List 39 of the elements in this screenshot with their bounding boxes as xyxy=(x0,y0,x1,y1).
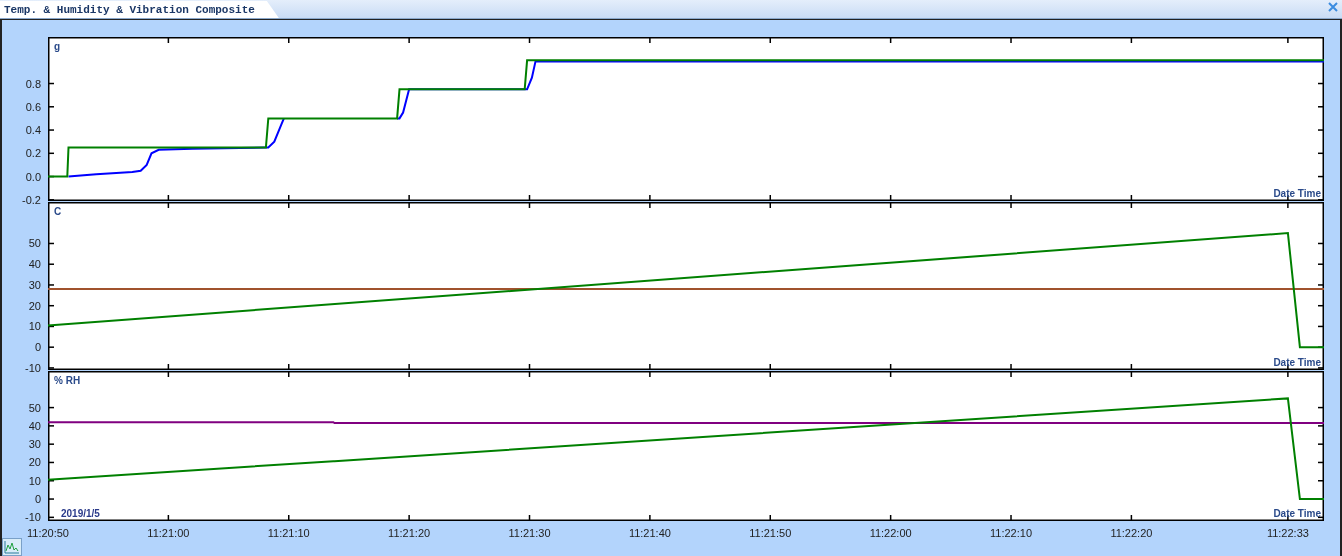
axis-tick-label: 0.8 xyxy=(25,77,41,90)
axis-tick-label: -10 xyxy=(25,361,41,374)
date-label: 2019/1/5 xyxy=(61,508,100,519)
axis-title: Date Time xyxy=(1273,508,1321,519)
axis-tick-label: 0 xyxy=(34,493,41,506)
axis-tick-label: 11:20:50 xyxy=(27,527,69,539)
axis-tick-label: 11:22:10 xyxy=(990,527,1033,539)
axis-tick-label: 11:21:20 xyxy=(388,527,431,539)
tab[interactable]: Temp. & Humidity & Vibration Composite xyxy=(0,1,279,18)
axis-tick-label: 11:21:30 xyxy=(508,527,551,539)
axis-tick-label: 11:22:00 xyxy=(869,527,912,539)
axis-tick-label: 11:21:40 xyxy=(628,527,671,539)
axis-tick-label: 50 xyxy=(28,401,41,414)
axis-tick-label: -10 xyxy=(25,511,41,524)
axis-tick-label: 11:21:00 xyxy=(147,527,190,539)
axis-tick-label: 11:22:20 xyxy=(1110,527,1153,539)
axis-tick-label: 40 xyxy=(28,419,41,432)
axis-tick-label: 30 xyxy=(28,438,41,451)
axis-tick-label: 11:22:33 xyxy=(1266,527,1309,539)
axis-tick-label: 11:21:50 xyxy=(749,527,792,539)
axis-tick-label: 10 xyxy=(28,320,41,333)
axis-tick-label: 0.4 xyxy=(25,124,41,137)
axis-tick-label: 50 xyxy=(28,237,41,250)
axis-tick-label: 40 xyxy=(28,258,41,271)
axis-tick-label: 0.2 xyxy=(25,147,41,160)
axis-title: Date Time xyxy=(1273,188,1321,199)
axis-tick-label: 0.0 xyxy=(25,170,41,183)
axis-title: % RH xyxy=(54,375,81,386)
axis-tick-label: 11:21:10 xyxy=(267,527,310,539)
axis-title: C xyxy=(54,206,62,217)
axis-tick-label: 10 xyxy=(28,474,41,487)
axis-tick-label: 0.6 xyxy=(25,100,41,113)
axis-tick-label: 20 xyxy=(28,456,41,469)
axis-tick-label: 30 xyxy=(28,278,41,291)
axis-title: Date Time xyxy=(1273,357,1321,368)
axis-tick-label: 0 xyxy=(34,341,41,354)
axis-title: g xyxy=(54,41,61,52)
axis-tick-label: -0.2 xyxy=(22,193,41,206)
axis-tick-label: 20 xyxy=(28,299,41,312)
